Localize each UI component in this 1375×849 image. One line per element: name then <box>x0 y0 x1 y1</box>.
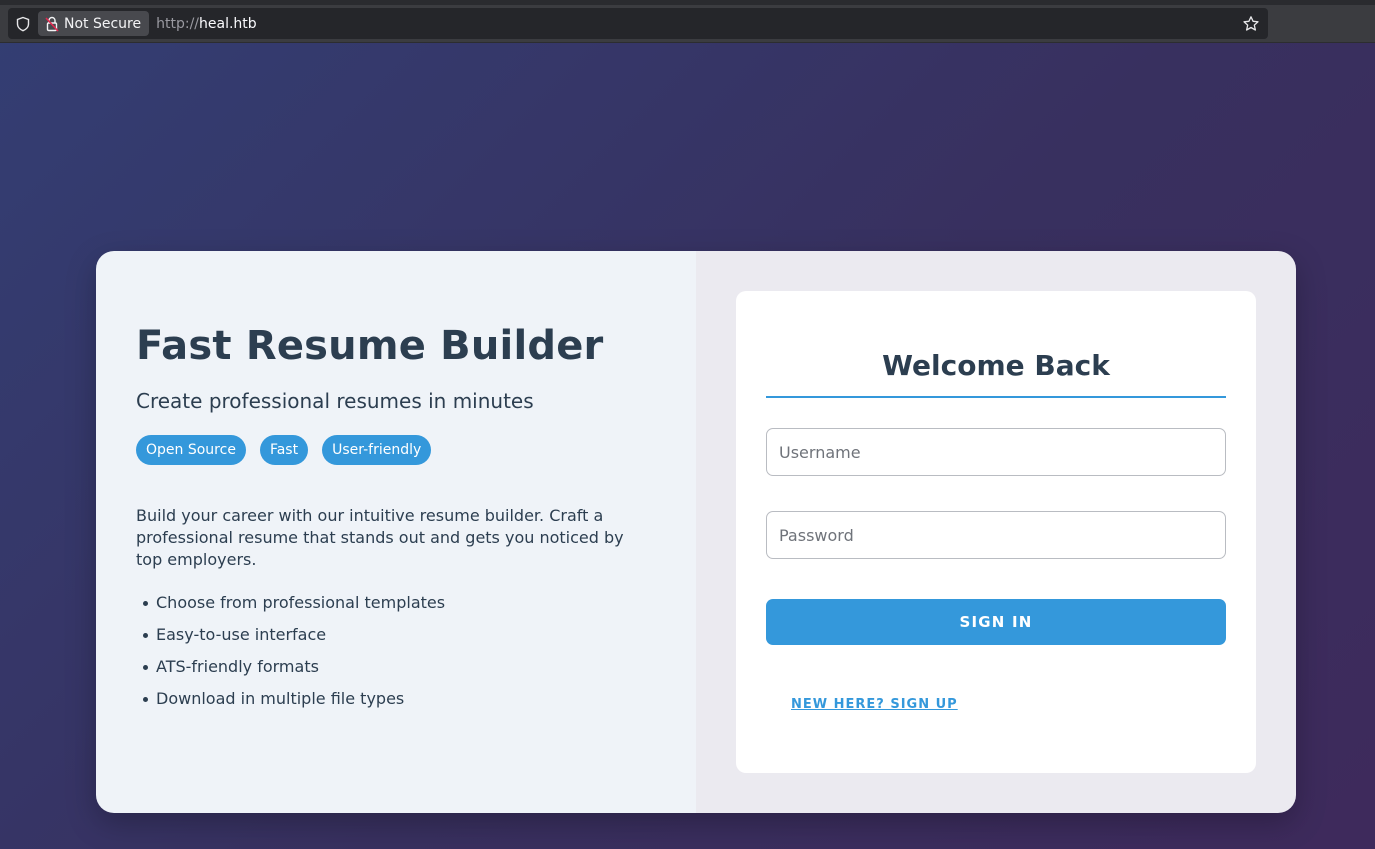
hero-description: Build your career with our intuitive res… <box>136 506 624 569</box>
feature-item: ATS-friendly formats <box>136 651 656 683</box>
feature-item: Easy-to-use interface <box>136 619 656 651</box>
feature-list: Choose from professional templates Easy-… <box>136 587 656 715</box>
login-form: Welcome Back SIGN IN NEW HERE? SIGN UP <box>736 291 1256 773</box>
url-protocol: http:// <box>156 15 199 32</box>
sign-in-button[interactable]: SIGN IN <box>766 599 1226 645</box>
login-panel: Welcome Back SIGN IN NEW HERE? SIGN UP <box>696 251 1296 813</box>
url-text[interactable]: http://heal.htb <box>156 16 257 32</box>
browser-toolbar: Not Secure http://heal.htb <box>0 5 1375 43</box>
hero-subtitle: Create professional resumes in minutes <box>136 389 534 413</box>
tag-user-friendly: User-friendly <box>322 435 432 465</box>
insecure-lock-icon <box>44 15 60 33</box>
username-input[interactable] <box>766 428 1226 476</box>
tag-fast: Fast <box>259 435 309 465</box>
tag-list: Open Source Fast User-friendly <box>136 435 656 465</box>
feature-item: Download in multiple file types <box>136 683 656 715</box>
not-secure-label: Not Secure <box>64 15 142 32</box>
password-input[interactable] <box>766 511 1226 559</box>
not-secure-indicator[interactable]: Not Secure <box>38 11 150 36</box>
feature-item: Choose from professional templates <box>136 587 656 619</box>
address-bar[interactable]: Not Secure http://heal.htb <box>8 8 1268 39</box>
tag-open-source: Open Source <box>136 435 246 465</box>
bookmark-star-icon[interactable] <box>1241 14 1261 34</box>
page-title: Fast Resume Builder <box>136 323 604 369</box>
sign-up-link[interactable]: NEW HERE? SIGN UP <box>791 697 958 712</box>
url-host: heal.htb <box>199 15 257 32</box>
hero-panel: Fast Resume Builder Create professional … <box>96 251 696 813</box>
main-card: Fast Resume Builder Create professional … <box>96 251 1296 813</box>
login-heading: Welcome Back <box>766 291 1226 398</box>
shield-icon[interactable] <box>8 8 38 39</box>
